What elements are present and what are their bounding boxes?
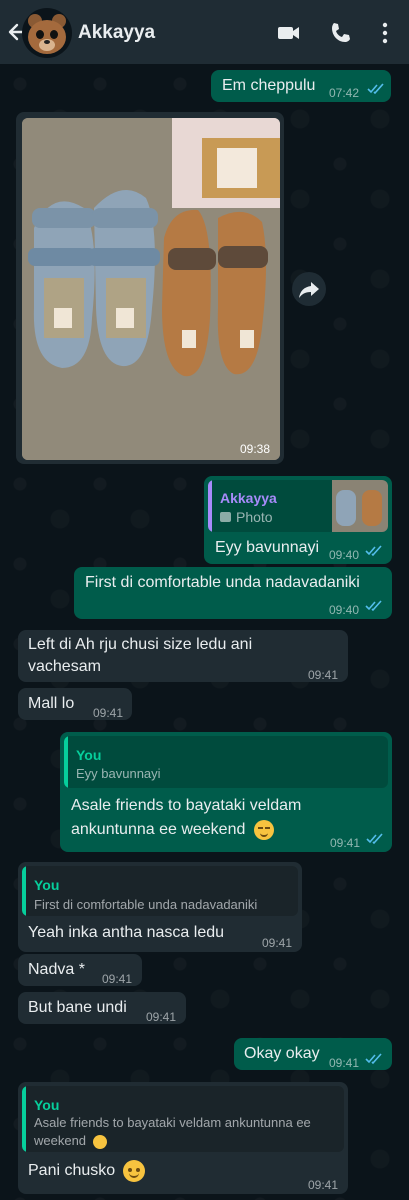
forward-button[interactable] [292, 272, 326, 306]
quote-thumbnail [332, 480, 388, 532]
message-text: Mall lo [28, 695, 75, 712]
photo-small-icon [220, 512, 231, 522]
message-bubble[interactable]: You Eyy bavunnayi Asale friends to bayat… [60, 732, 392, 852]
message-bubble[interactable]: Mall lo 09:41 [18, 688, 132, 720]
video-call-icon[interactable] [276, 20, 302, 46]
message-bubble[interactable]: Akkayya Photo Eyy bavunnayi 09:40 [204, 476, 392, 564]
read-ticks-icon [367, 83, 384, 95]
relieved-face-emoji [253, 819, 274, 840]
phone-call-icon[interactable] [328, 20, 354, 46]
message-time: 09:41 [93, 706, 124, 720]
message-time: 09:41 [329, 1056, 360, 1070]
message-bubble[interactable]: First di comfortable unda nadavadaniki 0… [74, 567, 392, 619]
message-text: Eyy bavunnayi [215, 539, 320, 556]
message-time: 09:40 [329, 603, 360, 617]
quote-text: Eyy bavunnayi [76, 766, 161, 781]
message-text: But bane undi [28, 999, 127, 1016]
message-time: 09:41 [146, 1010, 177, 1024]
message-bubble[interactable]: Left di Ah rju chusi size ledu ani vache… [18, 630, 348, 682]
quoted-message[interactable]: Akkayya Photo [208, 480, 388, 532]
message-text: First di comfortable unda nadavadaniki [85, 574, 360, 591]
message-time: 09:41 [308, 1178, 339, 1192]
message-text: Nadva * [28, 961, 85, 978]
message-bubble[interactable]: You First di comfortable unda nadavadani… [18, 862, 302, 952]
avatar[interactable] [22, 8, 72, 58]
message-text: Yeah inka antha nasca ledu [28, 924, 225, 941]
quote-text: First di comfortable unda nadavadaniki [34, 897, 258, 912]
message-text: Left di Ah rju chusi size ledu ani vache… [28, 636, 253, 675]
quote-text: Asale friends to bayataki veldam ankuntu… [34, 1115, 311, 1149]
message-bubble[interactable]: You Asale friends to bayataki veldam ank… [18, 1082, 348, 1194]
quote-author: You [34, 877, 60, 893]
quote-text: Photo [236, 509, 273, 525]
smiling-face-emoji [122, 1159, 145, 1182]
quote-author: You [34, 1097, 60, 1113]
read-ticks-icon [366, 833, 383, 845]
message-text: Okay okay [244, 1045, 320, 1062]
relieved-face-emoji [92, 1134, 107, 1149]
sandals-photo-image [22, 118, 280, 460]
message-text: Pani chusko [28, 1158, 145, 1184]
quoted-message[interactable]: You Eyy bavunnayi [64, 736, 388, 788]
chat-header: Akkayya [0, 0, 409, 64]
quoted-message[interactable]: You First di comfortable unda nadavadani… [22, 866, 298, 916]
message-text: Em cheppulu [222, 77, 316, 94]
message-bubble[interactable]: Okay okay 09:41 [234, 1038, 392, 1070]
more-options-icon[interactable] [372, 20, 398, 46]
message-time: 09:41 [102, 972, 133, 986]
quote-author: You [76, 747, 102, 763]
message-bubble[interactable]: Nadva * 09:41 [18, 954, 142, 986]
message-time: 07:42 [329, 86, 360, 100]
forward-icon [299, 282, 319, 298]
contact-name[interactable]: Akkayya [78, 22, 155, 44]
message-bubble[interactable]: Em cheppulu 07:42 [211, 70, 391, 102]
quote-author: Akkayya [220, 490, 277, 506]
message-time: 09:41 [330, 836, 361, 850]
message-time: 09:38 [240, 442, 271, 456]
message-time: 09:41 [262, 936, 293, 950]
read-ticks-icon [365, 545, 382, 557]
message-bubble[interactable]: But bane undi 09:41 [18, 992, 186, 1024]
quoted-message[interactable]: You Asale friends to bayataki veldam ank… [22, 1086, 344, 1152]
read-ticks-icon [365, 1053, 382, 1065]
read-ticks-icon [365, 600, 382, 612]
sandals-photo[interactable]: 09:38 [22, 118, 280, 460]
message-time: 09:41 [308, 668, 339, 682]
message-time: 09:40 [329, 548, 360, 562]
